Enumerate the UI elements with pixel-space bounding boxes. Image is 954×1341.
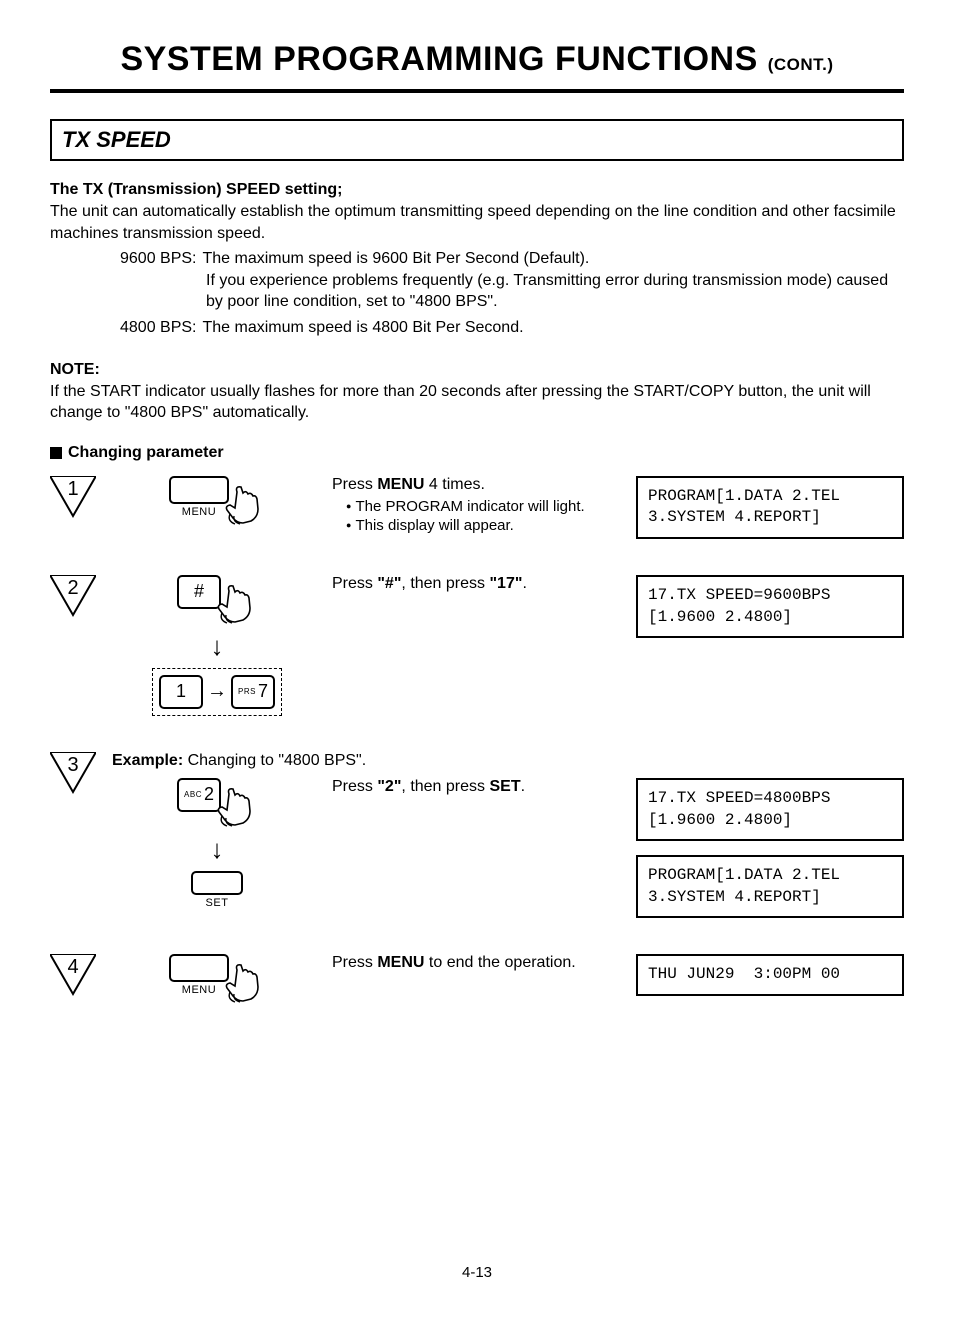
lcd-step4: THU JUN29 3:00PM 00: [636, 954, 904, 996]
p1: The unit can automatically establish the…: [50, 201, 904, 244]
note-text: If the START indicator usually flashes f…: [50, 381, 904, 424]
step3-action: ABC2 ↓ SET: [112, 778, 322, 918]
step-3: 3 Example: Changing to "4800 BPS". ABC2 …: [50, 752, 904, 918]
changing-param: Changing parameter: [50, 444, 904, 462]
step-badge-2: 2: [50, 575, 96, 619]
step-badge-1: 1: [50, 476, 96, 520]
bps-9600: 9600 BPS: The maximum speed is 9600 Bit …: [120, 248, 904, 270]
key-menu-label: MENU: [169, 506, 229, 518]
step1-action: MENU: [112, 476, 322, 526]
bullet-icon: [50, 447, 62, 459]
step1-note2: This display will appear.: [346, 516, 624, 536]
step-2: 2 # ↓ 1 → PRS7 Press "#", then press "17…: [50, 575, 904, 716]
title-rule: [50, 89, 904, 93]
lcd-step3a: 17.TX SPEED=4800BPS [1.9600 2.4800]: [636, 778, 904, 841]
step-badge-3: 3: [50, 752, 96, 796]
hand-icon: [215, 788, 257, 828]
hand-icon: [223, 964, 265, 1004]
key-7: PRS7: [231, 675, 275, 709]
lcd-step1: PROGRAM[1.DATA 2.TEL 3.SYSTEM 4.REPORT]: [636, 476, 904, 539]
bps1-l2: If you experience problems frequently (e…: [206, 270, 904, 313]
bps-4800: 4800 BPS: The maximum speed is 4800 Bit …: [120, 317, 904, 339]
bps1-label: 9600 BPS:: [120, 248, 197, 270]
key-group-17: 1 → PRS7: [152, 668, 282, 716]
lcd-step2: 17.TX SPEED=9600BPS [1.9600 2.4800]: [636, 575, 904, 638]
hand-icon: [223, 486, 265, 526]
page-number: 4-13: [50, 1264, 904, 1281]
section-heading-box: TX SPEED: [50, 119, 904, 161]
arrow-down-icon: ↓: [211, 834, 224, 865]
step4-action: MENU: [112, 954, 322, 1004]
step3-instr: Press "2", then press SET.: [332, 778, 624, 796]
step-1: 1 MENU Press MENU 4 times. The PROGRAM i…: [50, 476, 904, 539]
section-title: TX SPEED: [62, 127, 892, 153]
key-menu: [169, 954, 229, 982]
bps1-l1: The maximum speed is 9600 Bit Per Second…: [203, 248, 590, 270]
step2-instr: Press "#", then press "17".: [332, 575, 624, 593]
lcd-step3b: PROGRAM[1.DATA 2.TEL 3.SYSTEM 4.REPORT]: [636, 855, 904, 918]
title-cont: (CONT.): [768, 55, 834, 74]
key-set-label: SET: [191, 897, 243, 909]
step-4: 4 MENU Press MENU to end the operation. …: [50, 954, 904, 1004]
note-head: NOTE:: [50, 361, 904, 379]
key-1: 1: [159, 675, 203, 709]
bps2-l1: The maximum speed is 4800 Bit Per Second…: [203, 317, 524, 339]
bps2-label: 4800 BPS:: [120, 317, 197, 339]
step1-note1: The PROGRAM indicator will light.: [346, 497, 624, 517]
key-set: [191, 871, 243, 895]
step4-instr: Press MENU to end the operation.: [332, 954, 624, 972]
hand-icon: [215, 585, 257, 625]
key-menu: [169, 476, 229, 504]
sub1: The TX (Transmission) SPEED setting;: [50, 181, 904, 199]
arrow-down-icon: ↓: [211, 631, 224, 662]
key-menu-label: MENU: [169, 984, 229, 996]
arrow-right-icon: →: [207, 680, 227, 703]
step1-instr: Press MENU 4 times.: [332, 476, 624, 494]
title-main: SYSTEM PROGRAMMING FUNCTIONS: [120, 40, 767, 78]
step3-example: Example: Changing to "4800 BPS".: [112, 752, 904, 770]
step2-action: # ↓ 1 → PRS7: [112, 575, 322, 716]
page-title: SYSTEM PROGRAMMING FUNCTIONS (CONT.): [50, 40, 904, 79]
step-badge-4: 4: [50, 954, 96, 998]
